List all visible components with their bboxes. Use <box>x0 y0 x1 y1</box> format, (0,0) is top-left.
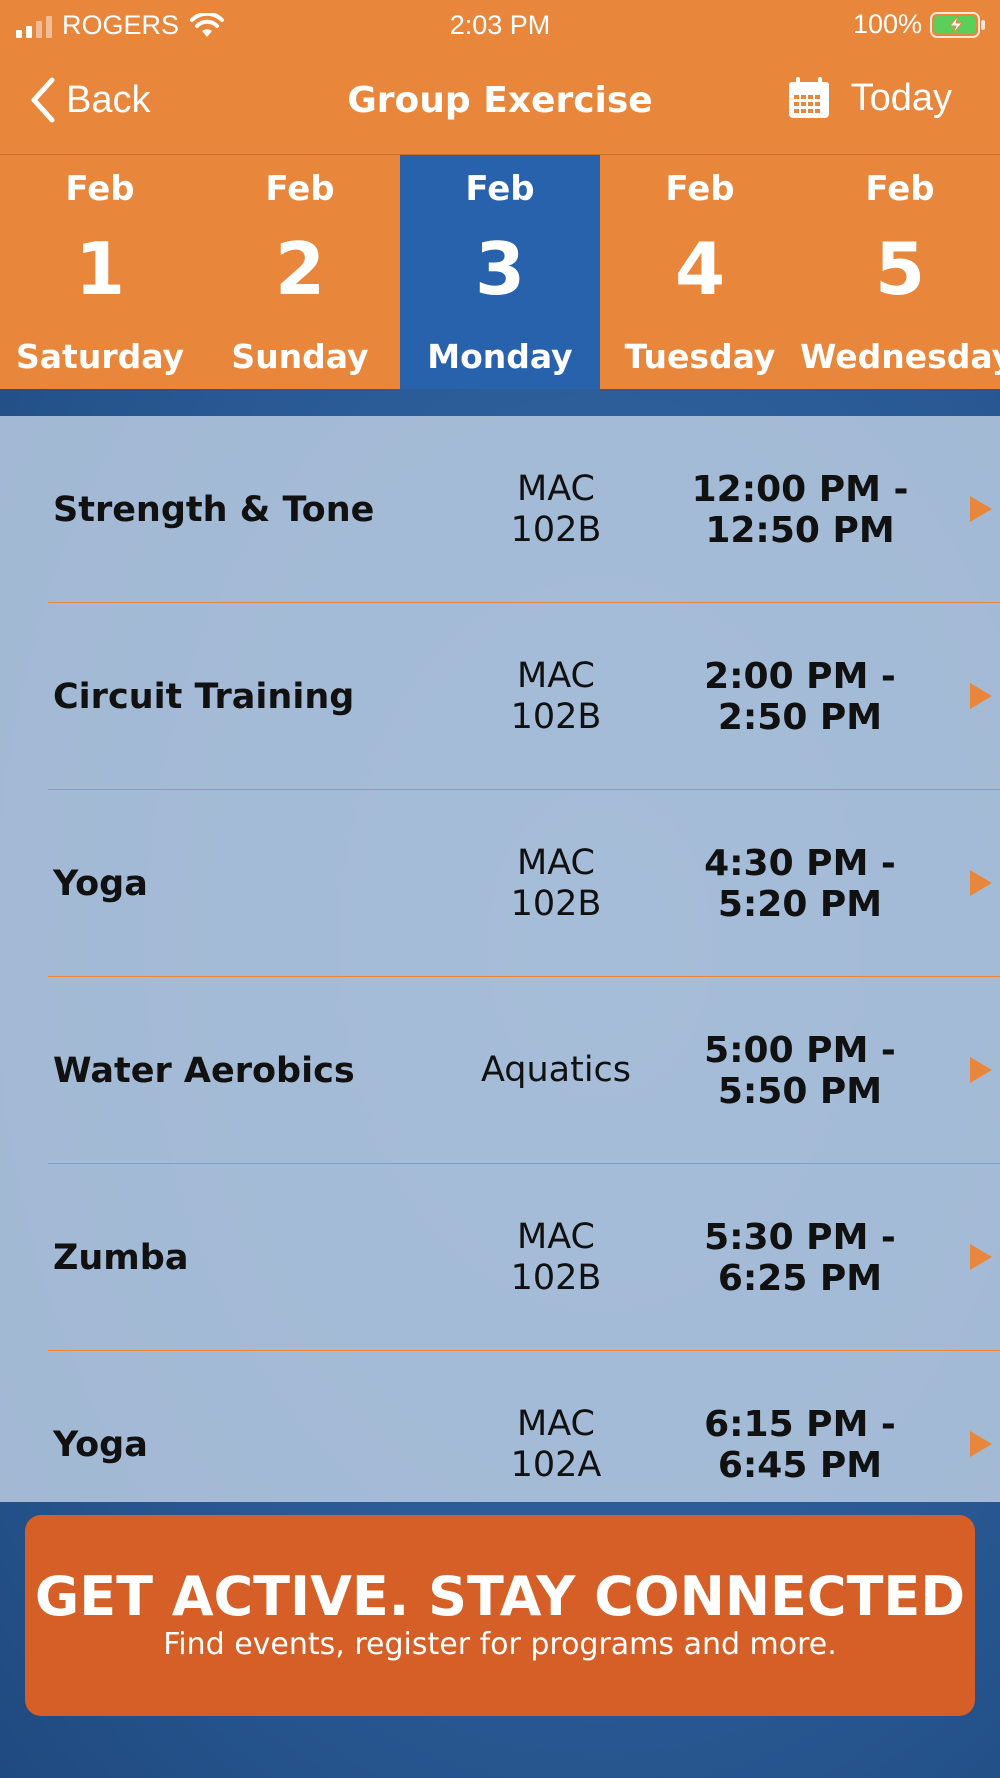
class-row[interactable]: Water Aerobics Aquatics 5:00 PM - 5:50 P… <box>0 977 1000 1164</box>
date-weekday: Monday <box>427 337 573 376</box>
class-row[interactable]: Strength & Tone MAC 102B 12:00 PM - 12:5… <box>0 416 1000 603</box>
class-location: MAC 102B <box>510 655 602 737</box>
date-month: Feb <box>465 169 535 209</box>
class-row[interactable]: Circuit Training MAC 102B 2:00 PM - 2:50… <box>0 603 1000 790</box>
class-time: 4:30 PM - 5:20 PM <box>704 842 896 925</box>
date-day: 2 <box>274 227 326 311</box>
chevron-right-icon <box>970 496 992 522</box>
chevron-right-icon <box>970 683 992 709</box>
date-cell-feb-4[interactable]: Feb 4 Tuesday <box>600 155 800 389</box>
class-schedule-list[interactable]: Strength & Tone MAC 102B 12:00 PM - 12:5… <box>0 416 1000 1502</box>
date-cell-feb-2[interactable]: Feb 2 Sunday <box>200 155 400 389</box>
calendar-icon <box>788 77 829 118</box>
class-time: 6:15 PM - 6:45 PM <box>704 1403 896 1486</box>
today-label: Today <box>850 76 952 119</box>
date-weekday: Tuesday <box>624 337 776 376</box>
class-row[interactable]: Yoga MAC 102A 6:15 PM - 6:45 PM <box>0 1351 1000 1502</box>
class-location: MAC 102B <box>510 842 602 924</box>
chevron-right-icon <box>970 870 992 896</box>
class-time: 12:00 PM - 12:50 PM <box>691 468 909 551</box>
chevron-right-icon <box>970 1431 992 1457</box>
chevron-right-icon <box>970 1057 992 1083</box>
battery-charging-icon <box>930 11 985 38</box>
date-month: Feb <box>265 169 335 209</box>
today-button[interactable]: Today <box>787 76 952 120</box>
class-location: MAC 102B <box>510 468 602 550</box>
date-day: 5 <box>874 227 926 311</box>
date-month: Feb <box>665 169 735 209</box>
class-location: Aquatics <box>480 1050 632 1090</box>
class-time: 2:00 PM - 2:50 PM <box>704 655 896 738</box>
class-row[interactable]: Zumba MAC 102B 5:30 PM - 6:25 PM <box>0 1164 1000 1351</box>
date-weekday: Wednesday <box>800 337 1000 376</box>
class-time: 5:00 PM - 5:50 PM <box>704 1029 896 1112</box>
date-weekday: Sunday <box>231 337 369 376</box>
battery-percent: 100% <box>852 9 922 39</box>
date-cell-feb-5[interactable]: Feb 5 Wednesday <box>800 155 1000 389</box>
chevron-right-icon <box>970 1244 992 1270</box>
date-day: 4 <box>674 227 726 311</box>
status-time: 2:03 PM <box>449 10 551 40</box>
class-name: Water Aerobics <box>53 1050 355 1091</box>
date-month: Feb <box>65 169 135 209</box>
class-time: 5:30 PM - 6:25 PM <box>704 1216 896 1299</box>
date-day: 3 <box>474 227 526 311</box>
banner-subtitle: Find events, register for programs and m… <box>163 1627 837 1662</box>
date-cell-feb-1[interactable]: Feb 1 Saturday <box>0 155 200 389</box>
date-weekday: Saturday <box>16 337 184 376</box>
class-name: Circuit Training <box>53 676 355 717</box>
class-name: Yoga <box>53 1424 148 1465</box>
class-name: Zumba <box>53 1237 189 1278</box>
class-name: Yoga <box>53 863 148 904</box>
class-location: MAC 102B <box>510 1216 602 1298</box>
class-location: MAC 102A <box>510 1403 602 1485</box>
status-bar: ROGERS 2:03 PM 100% <box>0 0 1000 50</box>
date-cell-feb-3-selected[interactable]: Feb 3 Monday <box>400 155 600 389</box>
date-day: 1 <box>74 227 126 311</box>
promo-banner[interactable]: GET ACTIVE. STAY CONNECTED Find events, … <box>25 1515 975 1716</box>
date-month: Feb <box>865 169 935 209</box>
banner-title: GET ACTIVE. STAY CONNECTED <box>34 1565 966 1628</box>
class-row[interactable]: Yoga MAC 102B 4:30 PM - 5:20 PM <box>0 790 1000 977</box>
class-name: Strength & Tone <box>53 489 375 530</box>
nav-bar: Back Group Exercise Today <box>0 50 1000 155</box>
date-selector: Feb 1 Saturday Feb 2 Sunday Feb 3 Monday… <box>0 155 1000 389</box>
status-right: 100% <box>853 9 986 40</box>
